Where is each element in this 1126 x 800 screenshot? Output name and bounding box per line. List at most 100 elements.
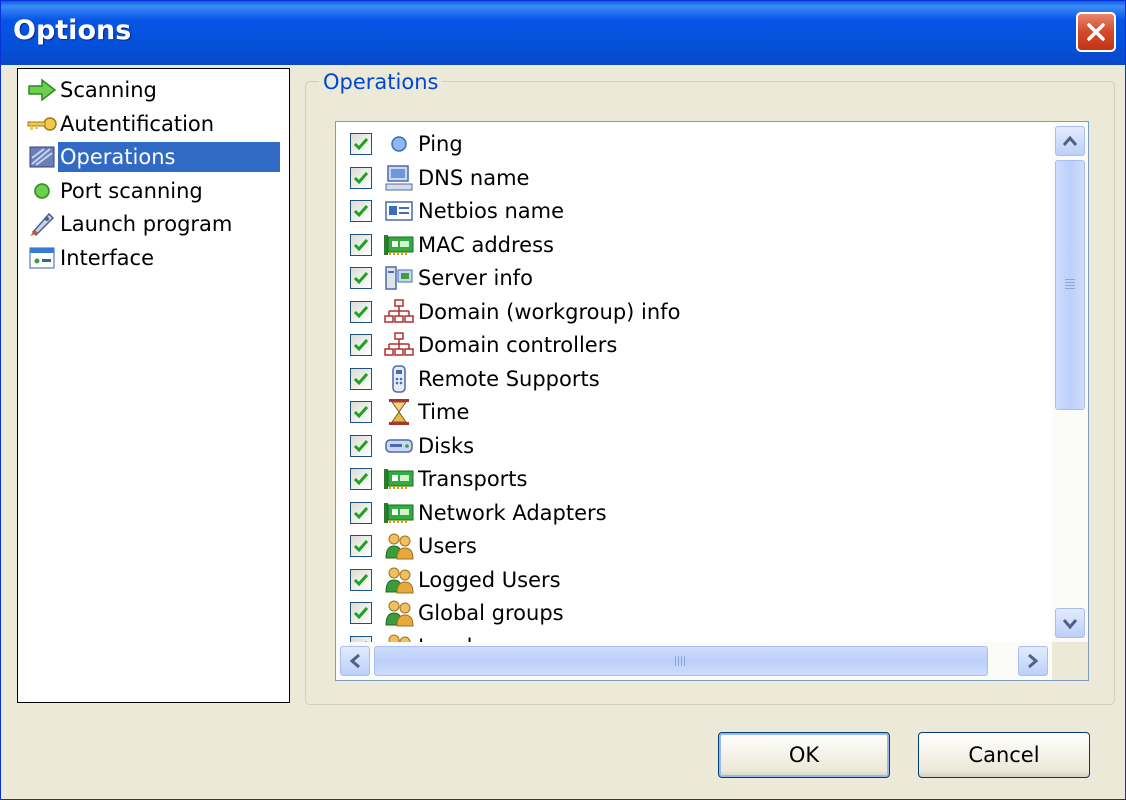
scroll-down-button[interactable] <box>1055 608 1085 638</box>
list-item[interactable]: DNS name <box>350 162 529 194</box>
chevron-up-icon <box>1062 135 1078 146</box>
horizontal-scroll-thumb[interactable] <box>374 646 988 676</box>
operation-label: MAC address <box>418 232 554 257</box>
list-item[interactable]: Time <box>350 396 469 428</box>
tree-item-label: Scanning <box>60 78 157 102</box>
network-card-icon <box>382 498 416 528</box>
operation-checkbox[interactable] <box>350 334 372 356</box>
list-item[interactable]: Transports <box>350 463 527 495</box>
operation-checkbox[interactable] <box>350 434 372 457</box>
green-arrow-icon <box>26 76 58 104</box>
users-icon <box>382 531 416 561</box>
tree-item-operations[interactable]: Operations <box>26 142 280 172</box>
key-icon <box>26 110 58 138</box>
list-item[interactable]: Network Adapters <box>350 497 607 529</box>
operation-checkbox[interactable] <box>350 200 372 222</box>
options-dialog: Options Scanning Autentification Operation… <box>0 0 1126 800</box>
close-button[interactable] <box>1076 12 1116 52</box>
list-item[interactable]: Users <box>350 530 477 562</box>
operation-label: Time <box>418 400 470 424</box>
tree-item-launch-program[interactable]: Launch program <box>26 209 234 239</box>
list-item[interactable]: Domain controllers <box>350 329 617 361</box>
operation-label: Domain (workgroup) info <box>418 299 681 324</box>
network-card-icon <box>382 464 416 494</box>
operation-checkbox[interactable] <box>350 602 372 624</box>
ok-button[interactable]: OK <box>718 732 890 778</box>
operation-checkbox[interactable] <box>350 501 372 524</box>
operation-label: Global groups <box>418 601 564 625</box>
hourglass-icon <box>382 397 416 427</box>
operations-list: Ping DNS name Netbios name MAC address Serve… <box>335 121 1089 681</box>
tree-item-autentification[interactable]: Autentification <box>26 109 216 139</box>
list-item[interactable]: Domain (workgroup) info <box>350 296 680 328</box>
cancel-button[interactable]: Cancel <box>918 732 1090 778</box>
operation-label: Domain controllers <box>418 333 618 357</box>
ping-dot-icon <box>382 129 416 159</box>
list-item[interactable]: Disks <box>350 430 474 462</box>
operation-label: Netbios name <box>418 199 565 223</box>
operation-checkbox[interactable] <box>350 367 372 390</box>
operation-checkbox[interactable] <box>350 133 372 155</box>
chevron-left-icon <box>349 653 360 669</box>
operations-rows: Ping DNS name Netbios name MAC address Serve… <box>336 122 1052 642</box>
operation-checkbox[interactable] <box>350 300 372 323</box>
chevron-down-icon <box>1062 619 1078 629</box>
horizontal-scrollbar[interactable] <box>336 642 1052 680</box>
list-item[interactable]: Global groups <box>350 597 564 629</box>
server-icon <box>382 263 416 293</box>
rocket-icon <box>26 210 58 238</box>
computer-icon <box>382 163 416 193</box>
operation-label: Transports <box>418 467 528 491</box>
scroll-up-button[interactable] <box>1055 126 1085 156</box>
id-card-icon <box>382 196 416 226</box>
list-item[interactable]: Logged Users <box>350 564 561 596</box>
dialog-body: Scanning Autentification Operations Port sc… <box>6 65 1120 794</box>
list-item[interactable]: MAC address <box>350 229 554 261</box>
list-item[interactable]: Local groups <box>350 631 551 642</box>
operation-checkbox[interactable] <box>350 267 372 289</box>
window-icon <box>26 244 58 272</box>
list-item[interactable]: Remote Supports <box>350 363 600 395</box>
green-dot-icon <box>26 177 58 205</box>
disk-icon <box>382 431 416 461</box>
operation-label: Users <box>418 534 477 558</box>
operation-checkbox[interactable] <box>350 535 372 557</box>
operations-icon <box>26 143 58 171</box>
operation-label: Remote Supports <box>418 366 600 391</box>
title-bar[interactable]: Options <box>1 1 1125 65</box>
tree-item-port-scanning[interactable]: Port scanning <box>26 176 205 206</box>
operations-group-title: Operations <box>319 70 443 94</box>
remote-icon <box>382 364 416 394</box>
operation-label: DNS name <box>418 165 530 190</box>
tree-item-label: Launch program <box>60 212 233 236</box>
list-item[interactable]: Server info <box>350 262 533 294</box>
operation-checkbox[interactable] <box>350 233 372 256</box>
scroll-left-button[interactable] <box>340 646 370 676</box>
scroll-right-button[interactable] <box>1018 646 1048 676</box>
users-icon <box>382 632 416 642</box>
operation-checkbox[interactable] <box>350 568 372 591</box>
list-item[interactable]: Netbios name <box>350 195 564 227</box>
tree-item-scanning[interactable]: Scanning <box>26 75 159 105</box>
operation-label: Disks <box>418 433 475 458</box>
list-item[interactable]: Ping <box>350 128 463 160</box>
operation-label: Ping <box>418 132 463 156</box>
vertical-scrollbar[interactable] <box>1052 122 1088 642</box>
options-tree: Scanning Autentification Operations Port sc… <box>17 68 290 703</box>
close-icon <box>1087 23 1105 41</box>
tree-item-label: Operations <box>58 142 280 172</box>
window-title: Options <box>13 15 132 46</box>
users-icon <box>382 598 416 628</box>
operation-checkbox[interactable] <box>350 468 372 490</box>
operation-checkbox[interactable] <box>350 166 372 189</box>
operation-label: Server info <box>418 266 533 290</box>
network-tree-icon <box>382 297 416 327</box>
vertical-scroll-thumb[interactable] <box>1055 160 1085 410</box>
chevron-right-icon <box>1028 653 1039 669</box>
network-tree-icon <box>382 330 416 360</box>
operation-label: Logged Users <box>418 567 561 592</box>
scroll-corner <box>1052 642 1088 680</box>
operation-checkbox[interactable] <box>350 401 372 423</box>
tree-item-interface[interactable]: Interface <box>26 243 156 273</box>
thumb-grip <box>675 656 687 666</box>
